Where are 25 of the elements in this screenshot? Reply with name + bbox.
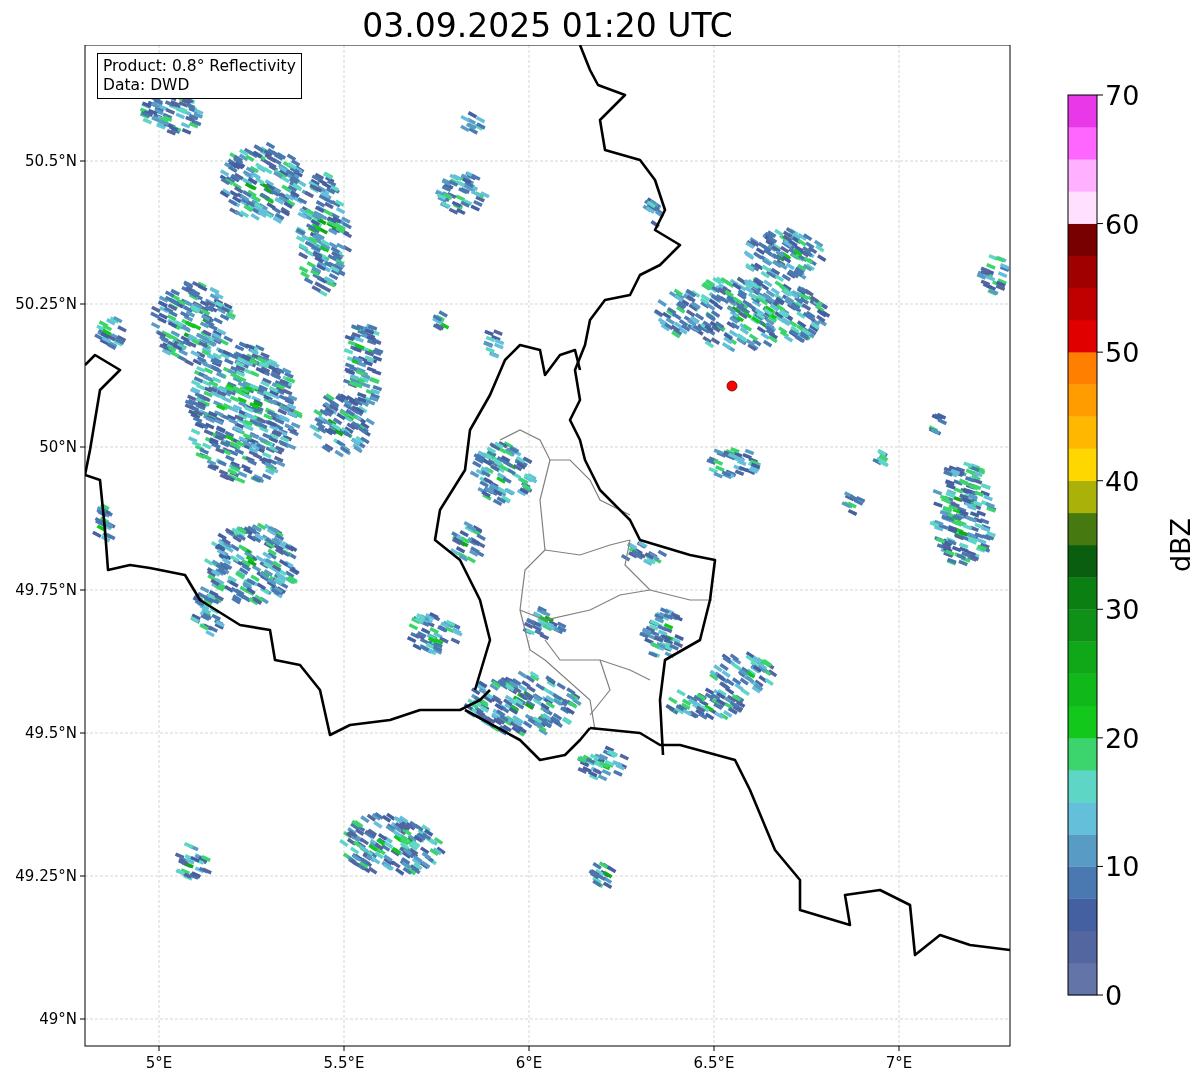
colorbar-tick-label: 10 xyxy=(1105,851,1140,883)
chart-title: 03.09.2025 01:20 UTC xyxy=(361,5,734,45)
longitude-label: 5.5°E xyxy=(323,1054,365,1072)
latitude-label: 50.5°N xyxy=(24,152,77,170)
colorbar-tick-label: 50 xyxy=(1105,337,1140,369)
latitude-label: 50.25°N xyxy=(15,295,77,313)
info-text: Product: 0.8° Reflectivity xyxy=(103,57,296,76)
latitude-label: 49.75°N xyxy=(15,581,77,599)
latitude-label: 49°N xyxy=(39,1010,77,1028)
latitude-label: 50°N xyxy=(39,438,77,456)
colorbar-tick-label: 60 xyxy=(1105,208,1140,240)
colorbar-title: dBZ xyxy=(1165,517,1196,573)
longitude-label: 6.5°E xyxy=(693,1054,735,1072)
latitude-label: 49.5°N xyxy=(24,724,77,742)
radar-site-marker xyxy=(726,380,738,392)
info-text: Data: DWD xyxy=(103,76,191,95)
longitude-label: 5°E xyxy=(145,1054,173,1072)
longitude-label: 6°E xyxy=(515,1054,543,1072)
colorbar-tick-label: 30 xyxy=(1105,594,1140,626)
colorbar-tick-label: 20 xyxy=(1105,722,1140,754)
colorbar-tick-label: 0 xyxy=(1105,980,1123,1011)
colorbar-tick-label: 40 xyxy=(1105,465,1140,497)
colorbar-tick-label: 70 xyxy=(1105,80,1140,111)
latitude-label: 49.25°N xyxy=(15,867,77,885)
longitude-label: 7°E xyxy=(885,1054,913,1072)
